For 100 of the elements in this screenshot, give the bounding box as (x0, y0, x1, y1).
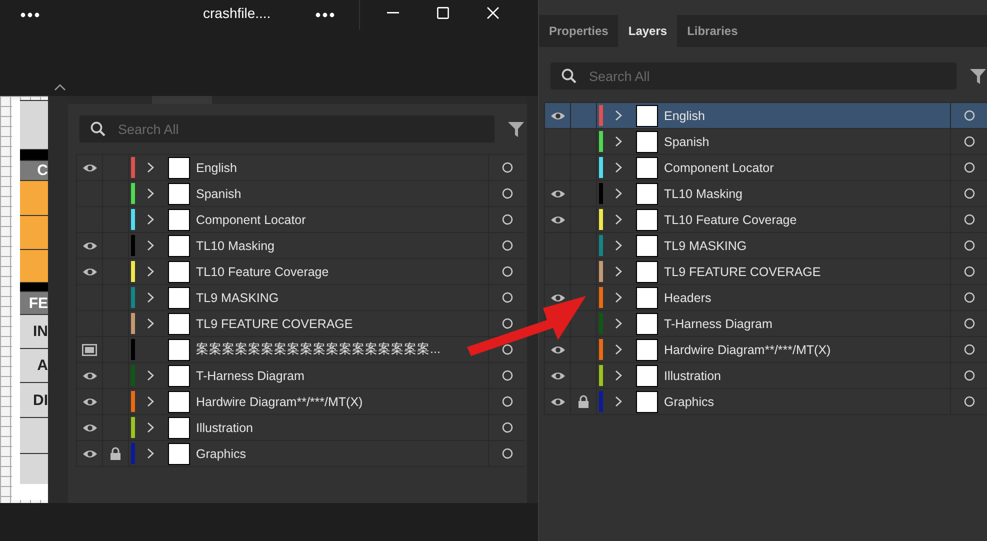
target-icon[interactable] (964, 214, 974, 225)
target-icon[interactable] (964, 240, 974, 251)
layer-row[interactable]: TL10 Masking (77, 233, 525, 259)
chevron-icon[interactable] (614, 240, 622, 251)
chevron-icon[interactable] (614, 162, 622, 173)
target-icon[interactable] (964, 344, 974, 355)
target-icon[interactable] (964, 110, 974, 121)
target-icon[interactable] (502, 214, 512, 225)
chevron-icon[interactable] (614, 266, 622, 277)
target-icon[interactable] (502, 448, 512, 459)
target-icon[interactable] (502, 344, 512, 355)
layer-row[interactable]: TL10 Masking (545, 181, 987, 207)
search-input[interactable]: Search All (589, 68, 889, 84)
target-icon[interactable] (502, 292, 512, 303)
eye-icon[interactable] (82, 422, 98, 432)
layer-row[interactable]: Spanish (77, 181, 525, 207)
chevron-icon[interactable] (614, 110, 622, 121)
target-icon[interactable] (502, 240, 512, 251)
collapse-icon[interactable] (54, 84, 66, 91)
maximize-icon[interactable] (436, 6, 449, 18)
eye-icon[interactable] (82, 370, 98, 380)
more-icon[interactable] (20, 12, 40, 18)
target-icon[interactable] (502, 162, 512, 173)
search-field[interactable]: Search All (79, 115, 495, 143)
layer-row[interactable]: Hardwire Diagram**/***/MT(X) (77, 389, 525, 415)
layer-row[interactable]: Graphics (545, 389, 987, 415)
layer-row[interactable]: TL10 Feature Coverage (77, 259, 525, 285)
target-icon[interactable] (502, 318, 512, 329)
chevron-icon[interactable] (146, 318, 154, 329)
chevron-icon[interactable] (614, 188, 622, 199)
eye-icon[interactable] (550, 396, 566, 406)
layer-row[interactable]: Illustration (77, 415, 525, 441)
chevron-icon[interactable] (614, 344, 622, 355)
target-icon[interactable] (964, 188, 974, 199)
chevron-icon[interactable] (146, 396, 154, 407)
chevron-icon[interactable] (146, 188, 154, 199)
chevron-icon[interactable] (146, 162, 154, 173)
chevron-icon[interactable] (614, 370, 622, 381)
eye-icon[interactable] (550, 188, 566, 198)
more-icon[interactable] (314, 12, 335, 18)
chevron-icon[interactable] (146, 370, 154, 381)
eye-icon[interactable] (550, 214, 566, 224)
layer-row[interactable]: TL9 MASKING (77, 285, 525, 311)
filter-icon[interactable] (969, 67, 987, 85)
layer-row[interactable]: English (77, 155, 525, 181)
layer-row[interactable]: TL9 MASKING (545, 233, 987, 259)
layer-row[interactable]: Spanish (545, 129, 987, 155)
search-field[interactable]: Search All (550, 62, 957, 90)
eye-icon[interactable] (82, 396, 98, 406)
target-icon[interactable] (502, 422, 512, 433)
eye-icon[interactable] (82, 448, 98, 458)
eye-icon[interactable] (550, 292, 566, 302)
chevron-icon[interactable] (614, 396, 622, 407)
filter-icon[interactable] (507, 120, 525, 138)
chevron-icon[interactable] (614, 292, 622, 303)
panel-tab[interactable]: Libraries (677, 15, 748, 47)
chevron-icon[interactable] (146, 214, 154, 225)
chevron-icon[interactable] (146, 292, 154, 303)
layer-row[interactable]: 案案案案案案案案案案案案案案案案案案... (77, 337, 525, 363)
eye-icon[interactable] (82, 240, 98, 250)
target-icon[interactable] (964, 136, 974, 147)
chevron-icon[interactable] (614, 214, 622, 225)
lock-icon[interactable] (110, 447, 121, 460)
eye-icon[interactable] (82, 266, 98, 276)
layer-row[interactable]: English (545, 103, 987, 129)
target-icon[interactable] (964, 370, 974, 381)
chevron-icon[interactable] (146, 240, 154, 251)
target-icon[interactable] (964, 396, 974, 407)
eye-icon[interactable] (550, 370, 566, 380)
chevron-icon[interactable] (146, 448, 154, 459)
minimize-icon[interactable] (386, 12, 399, 14)
layer-row[interactable]: TL10 Feature Coverage (545, 207, 987, 233)
eye-icon[interactable] (82, 162, 98, 172)
layer-row[interactable]: T-Harness Diagram (77, 363, 525, 389)
panel-tab[interactable]: Layers (618, 15, 678, 47)
chevron-icon[interactable] (146, 422, 154, 433)
layer-row[interactable]: T-Harness Diagram (545, 311, 987, 337)
eye-icon[interactable] (550, 344, 566, 354)
lock-icon[interactable] (578, 395, 589, 408)
target-icon[interactable] (502, 370, 512, 381)
chevron-icon[interactable] (614, 136, 622, 147)
layer-row[interactable]: Illustration (545, 363, 987, 389)
chevron-icon[interactable] (614, 318, 622, 329)
layer-row[interactable]: Graphics (77, 441, 525, 467)
eye-icon[interactable] (550, 110, 566, 120)
close-icon[interactable] (486, 6, 499, 18)
target-icon[interactable] (502, 266, 512, 277)
target-icon[interactable] (502, 396, 512, 407)
layer-row[interactable]: Component Locator (545, 155, 987, 181)
target-icon[interactable] (964, 162, 974, 173)
target-icon[interactable] (502, 188, 512, 199)
layer-row[interactable]: Hardwire Diagram**/***/MT(X) (545, 337, 987, 363)
layer-row[interactable]: Component Locator (77, 207, 525, 233)
target-icon[interactable] (964, 292, 974, 303)
search-input[interactable]: Search All (118, 122, 418, 136)
layer-row[interactable]: TL9 FEATURE COVERAGE (545, 259, 987, 285)
target-icon[interactable] (964, 318, 974, 329)
template-icon[interactable] (82, 344, 97, 356)
chevron-icon[interactable] (146, 266, 154, 277)
target-icon[interactable] (964, 266, 974, 277)
